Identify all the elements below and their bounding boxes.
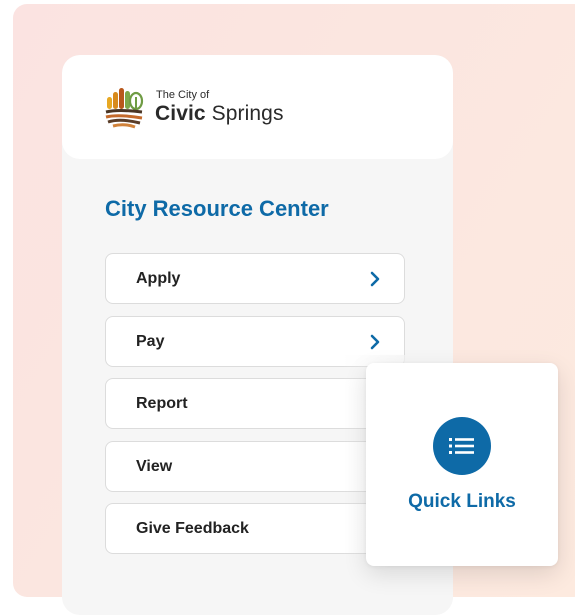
chevron-right-icon	[370, 334, 380, 349]
quick-links-label[interactable]: Quick Links	[366, 491, 558, 513]
city-name: Civic Springs	[155, 102, 284, 126]
city-header: The City of Civic Springs	[62, 55, 453, 159]
city-name-bold: Civic	[155, 102, 206, 125]
menu-item-label: Report	[136, 395, 188, 412]
city-tagline: The City of	[156, 89, 210, 101]
chevron-right-icon	[370, 271, 380, 287]
city-name-rest: Springs	[205, 102, 284, 125]
menu-item-label: View	[136, 457, 173, 475]
quick-links-card[interactable]: Quick Links	[366, 363, 558, 566]
page-title: City Resource Center	[105, 196, 329, 221]
menu-item-label: Give Feedback	[136, 520, 249, 537]
list-icon	[449, 438, 474, 454]
menu-item-label: Pay	[136, 332, 165, 350]
city-logo-icon	[105, 88, 144, 129]
menu-item-label: Apply	[136, 270, 181, 287]
menu-item-apply[interactable]: Apply	[105, 253, 405, 304]
quick-links-button[interactable]	[433, 417, 491, 475]
